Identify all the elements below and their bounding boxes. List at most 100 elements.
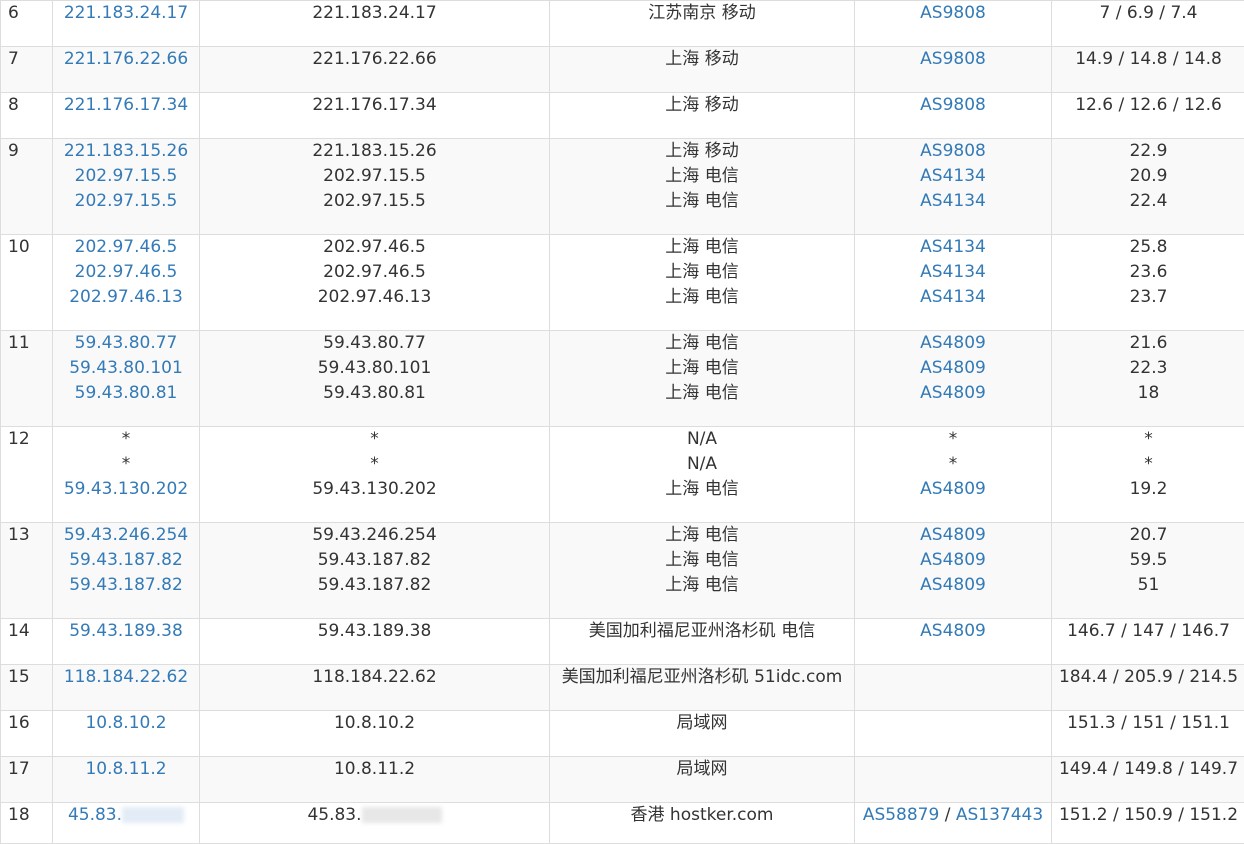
ip-link[interactable]: 59.43.246.254 (53, 523, 199, 548)
asn-link[interactable]: AS4809 (855, 356, 1051, 381)
latency-text: 151.3 / 151 / 151.1 (1052, 711, 1244, 736)
table-row: 1610.8.10.210.8.10.2局域网151.3 / 151 / 151… (1, 711, 1244, 757)
ip-link[interactable]: 59.43.80.77 (53, 331, 199, 356)
table-row: 1710.8.11.210.8.11.2局域网149.4 / 149.8 / 1… (1, 757, 1244, 803)
ip-link[interactable]: 59.43.80.81 (53, 381, 199, 406)
hop-number: 10 (8, 237, 30, 257)
asn-link[interactable]: AS9808 (855, 1, 1051, 26)
asn-cell (855, 711, 1052, 757)
asn-link[interactable]: AS137443 (956, 805, 1043, 825)
asn-link[interactable]: AS4809 (855, 381, 1051, 406)
latency-cell: 146.7 / 147 / 146.7 (1052, 619, 1244, 665)
hostname-cell: 118.184.22.62 (200, 665, 550, 711)
table-row: 1159.43.80.7759.43.80.10159.43.80.8159.4… (1, 331, 1244, 427)
hop-number-cell: 8 (1, 93, 53, 139)
location-text: N/A (550, 427, 854, 452)
asn-link[interactable]: AS4809 (855, 331, 1051, 356)
hop-number: 7 (8, 49, 19, 69)
ip-link[interactable]: 59.43.130.202 (53, 477, 199, 502)
asn-link[interactable]: AS58879 (863, 805, 940, 825)
hop-number: 12 (8, 429, 30, 449)
ip-cell: 10.8.11.2 (53, 757, 200, 803)
asn-link[interactable]: AS4809 (855, 619, 1051, 644)
asn-link[interactable]: AS4809 (855, 477, 1051, 502)
ip-link[interactable]: 221.183.24.17 (53, 1, 199, 26)
latency-cell: 149.4 / 149.8 / 149.7 (1052, 757, 1244, 803)
redacted-ip-mask (122, 807, 184, 823)
latency-text: 51 (1052, 573, 1244, 598)
ip-link[interactable]: 202.97.46.13 (53, 285, 199, 310)
table-row: 9221.183.15.26202.97.15.5202.97.15.5221.… (1, 139, 1244, 235)
latency-cell: 14.9 / 14.8 / 14.8 (1052, 47, 1244, 93)
ip-link[interactable]: 10.8.10.2 (53, 711, 199, 736)
location-cell: 上海 电信上海 电信上海 电信 (550, 331, 855, 427)
asn-text: * (855, 427, 1051, 452)
ip-link[interactable]: 202.97.15.5 (53, 164, 199, 189)
ip-link[interactable]: 221.183.15.26 (53, 139, 199, 164)
hostname-text: 59.43.80.81 (200, 381, 549, 406)
hostname-cell: 202.97.46.5202.97.46.5202.97.46.13 (200, 235, 550, 331)
ip-link[interactable]: 59.43.187.82 (53, 548, 199, 573)
ip-link[interactable]: 202.97.46.5 (53, 235, 199, 260)
traceroute-table: 6221.183.24.17221.183.24.17江苏南京 移动AS9808… (0, 0, 1244, 844)
asn-link[interactable]: AS4809 (855, 523, 1051, 548)
ip-link[interactable]: 118.184.22.62 (53, 665, 199, 690)
asn-link[interactable]: AS9808 (855, 93, 1051, 118)
hostname-text: 59.43.80.77 (200, 331, 549, 356)
location-text: 上海 电信 (550, 548, 854, 573)
latency-text: 184.4 / 205.9 / 214.5 (1052, 665, 1244, 690)
latency-text: * (1052, 452, 1244, 477)
hop-number-cell: 12 (1, 427, 53, 523)
latency-text: 23.6 (1052, 260, 1244, 285)
location-text: 美国加利福尼亚州洛杉矶 电信 (550, 619, 854, 644)
asn-cell: AS4809AS4809AS4809 (855, 523, 1052, 619)
hostname-text: 10.8.10.2 (200, 711, 549, 736)
ip-link[interactable]: 45.83. (68, 805, 184, 825)
table-row-last: 18 45.83. 45.83. 香港 hostker.com AS58879 … (1, 803, 1244, 844)
hop-number: 15 (8, 667, 30, 687)
ip-link[interactable]: 10.8.11.2 (53, 757, 199, 782)
asn-link[interactable]: AS4134 (855, 189, 1051, 214)
asn-link[interactable]: AS4134 (855, 285, 1051, 310)
hostname-text: 202.97.46.5 (200, 260, 549, 285)
hop-number-cell: 15 (1, 665, 53, 711)
latency-cell: **19.2 (1052, 427, 1244, 523)
traceroute-table-body: 6221.183.24.17221.183.24.17江苏南京 移动AS9808… (1, 1, 1244, 844)
location-text: 上海 电信 (550, 477, 854, 502)
asn-link[interactable]: AS4809 (855, 548, 1051, 573)
asn-link[interactable]: AS4809 (855, 573, 1051, 598)
ip-link[interactable]: 59.43.189.38 (53, 619, 199, 644)
ip-cell: **59.43.130.202 (53, 427, 200, 523)
asn-link[interactable]: AS9808 (855, 139, 1051, 164)
asn-link[interactable]: AS4134 (855, 260, 1051, 285)
asn-text: * (855, 452, 1051, 477)
ip-link[interactable]: 59.43.187.82 (53, 573, 199, 598)
ip-link[interactable]: 221.176.17.34 (53, 93, 199, 118)
asn-link[interactable]: AS4134 (855, 164, 1051, 189)
hostname-text: 59.43.187.82 (200, 548, 549, 573)
location-cell: 上海 电信上海 电信上海 电信 (550, 523, 855, 619)
ip-text: * (53, 452, 199, 477)
latency-cell: 7 / 6.9 / 7.4 (1052, 1, 1244, 47)
latency-cell: 20.759.551 (1052, 523, 1244, 619)
location-text: 上海 电信 (550, 260, 854, 285)
ip-link[interactable]: 59.43.80.101 (53, 356, 199, 381)
ip-link[interactable]: 202.97.46.5 (53, 260, 199, 285)
asn-cell: AS9808 (855, 1, 1052, 47)
asn-link[interactable]: AS4134 (855, 235, 1051, 260)
asn-link[interactable]: AS9808 (855, 47, 1051, 72)
table-row: 8221.176.17.34221.176.17.34上海 移动AS980812… (1, 93, 1244, 139)
asn-cell: AS4134AS4134AS4134 (855, 235, 1052, 331)
location-text: 上海 电信 (550, 331, 854, 356)
ip-link[interactable]: 202.97.15.5 (53, 189, 199, 214)
hop-number: 18 (8, 805, 30, 825)
hop-number-cell: 18 (1, 803, 53, 844)
ip-cell: 45.83. (53, 803, 200, 844)
ip-link[interactable]: 221.176.22.66 (53, 47, 199, 72)
location-cell: 香港 hostker.com (550, 803, 855, 844)
location-cell: 上海 电信上海 电信上海 电信 (550, 235, 855, 331)
asn-cell: AS9808AS4134AS4134 (855, 139, 1052, 235)
hostname-cell: 221.183.15.26202.97.15.5202.97.15.5 (200, 139, 550, 235)
latency-text: 20.9 (1052, 164, 1244, 189)
latency-text: 20.7 (1052, 523, 1244, 548)
